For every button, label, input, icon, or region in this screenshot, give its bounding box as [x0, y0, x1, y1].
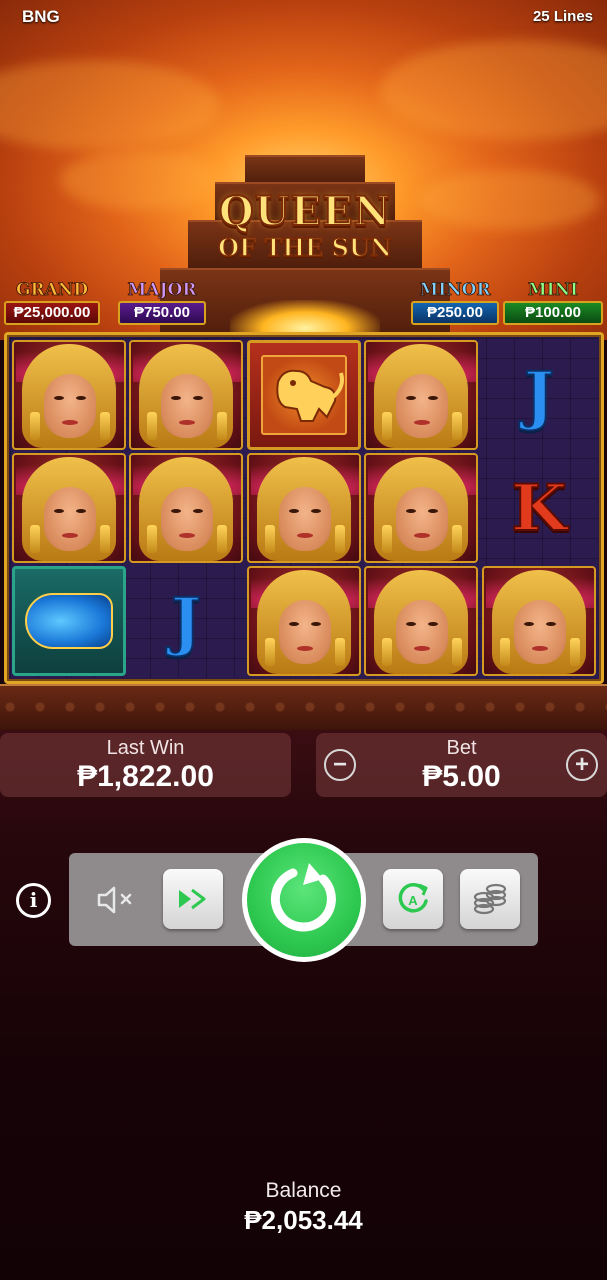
- reel-grid: J K J: [4, 332, 604, 684]
- coins-button[interactable]: [460, 869, 520, 929]
- jackpot-grand: GRAND ₱25,000.00: [4, 280, 100, 328]
- svg-text:A: A: [408, 893, 418, 908]
- symbol-fish: [12, 566, 126, 676]
- jackpot-grand-value: ₱25,000.00: [4, 301, 100, 325]
- last-win-panel: Last Win ₱1,822.00: [0, 733, 291, 797]
- turbo-button[interactable]: [163, 869, 223, 929]
- bet-decrease-button[interactable]: −: [324, 749, 356, 781]
- jackpot-minor: MINOR ₱250.00: [411, 280, 499, 328]
- logo-subtitle: OF THE SUN: [217, 233, 392, 263]
- jackpot-mini-value: ₱100.00: [503, 301, 603, 325]
- turbo-icon: [179, 888, 206, 910]
- logo-title: QUEEN: [218, 188, 392, 235]
- symbol-queen: [129, 340, 243, 450]
- symbol-queen: [247, 453, 361, 563]
- bet-panel: Bet ₱5.00: [316, 733, 607, 797]
- game-logo: QUEEN OF THE SUN: [190, 188, 420, 270]
- stone-frieze: [0, 684, 607, 730]
- jackpot-minor-value: ₱250.00: [411, 301, 499, 325]
- bet-label: Bet: [446, 737, 477, 759]
- last-win-value: ₱1,822.00: [77, 760, 214, 793]
- coins-icon: [473, 883, 507, 915]
- bet-increase-button[interactable]: +: [566, 749, 598, 781]
- jackpot-major-title: MAJOR: [127, 280, 197, 301]
- last-win-label: Last Win: [106, 737, 185, 759]
- symbol-queen: [364, 566, 478, 676]
- symbol-queen: [12, 340, 126, 450]
- sound-muted-icon[interactable]: [95, 883, 139, 917]
- autoplay-button[interactable]: A: [383, 869, 443, 929]
- spin-icon: [270, 863, 336, 932]
- symbol-k: K: [510, 470, 568, 547]
- jackpot-major-value: ₱750.00: [118, 301, 206, 325]
- symbol-j: J: [523, 357, 555, 434]
- symbol-queen: [364, 453, 478, 563]
- spin-button[interactable]: [242, 838, 366, 962]
- symbol-queen: [364, 340, 478, 450]
- jackpot-minor-title: MINOR: [419, 280, 491, 301]
- balance-value: ₱2,053.44: [244, 1205, 363, 1235]
- lines-label: 25 Lines: [532, 8, 593, 25]
- info-button[interactable]: i: [16, 883, 51, 918]
- balance-label: Balance: [265, 1179, 342, 1202]
- symbol-queen: [129, 453, 243, 563]
- jackpot-grand-title: GRAND: [15, 280, 89, 301]
- jackpot-major: MAJOR ₱750.00: [118, 280, 206, 328]
- symbol-j: J: [170, 583, 202, 660]
- jackpot-mini-title: MINI: [527, 280, 579, 301]
- symbol-queen: [482, 566, 596, 676]
- symbol-queen: [247, 566, 361, 676]
- jackpot-mini: MINI ₱100.00: [503, 280, 603, 328]
- symbol-queen: [12, 453, 126, 563]
- bet-value: ₱5.00: [422, 760, 501, 793]
- autoplay-icon: A: [398, 883, 428, 913]
- provider-label: BNG: [22, 7, 60, 26]
- symbol-monkey: [247, 340, 361, 450]
